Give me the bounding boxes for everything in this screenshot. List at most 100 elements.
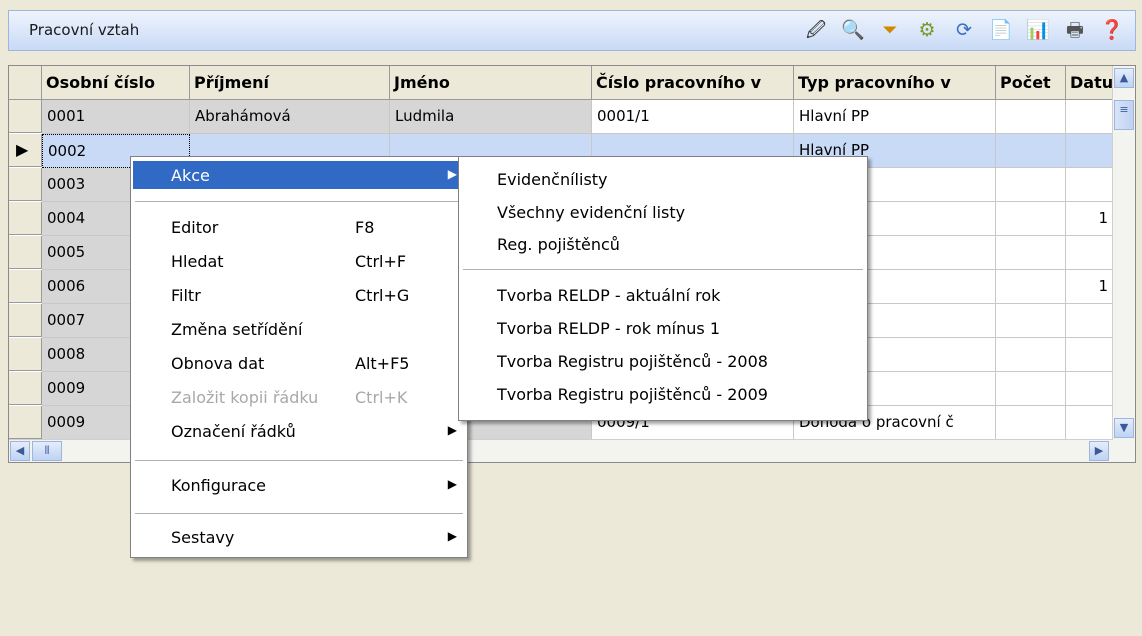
submenu-arrow-icon: ▶	[447, 423, 457, 437]
print-icon[interactable]: 🖶	[1062, 17, 1088, 43]
current-row-marker: ▶	[16, 140, 29, 159]
column-header-jmeno[interactable]: Jméno	[390, 66, 592, 100]
scroll-thumb-horizontal[interactable]: ⦀	[32, 441, 62, 461]
menu-item-label: Editor	[171, 218, 219, 237]
menu-item-obnova-dat[interactable]: Obnova dat Alt+F5	[133, 349, 465, 377]
cell-cislo[interactable]: 0001/1	[592, 100, 794, 134]
window-titlebar: Pracovní vztah 🖉 🔍 ⏷ ⚙ ⟳ 📄 📊 🖶 ❓	[8, 10, 1136, 51]
row-indicator[interactable]	[9, 100, 42, 133]
refresh-icon[interactable]: ⟳	[951, 17, 977, 43]
cell-datum[interactable]	[1066, 236, 1113, 270]
cell-pocet[interactable]	[996, 236, 1066, 270]
cell-pocet[interactable]	[996, 134, 1066, 168]
row-indicator[interactable]: ▶	[9, 134, 42, 167]
menu-item-label: Filtr	[171, 286, 201, 305]
column-header-datum[interactable]: Datu	[1066, 66, 1113, 100]
cell-prijmeni[interactable]: Abrahámová	[190, 100, 390, 134]
menu-item-sestavy[interactable]: Sestavy ▶	[133, 523, 465, 551]
menu-item-label: Označení řádků	[171, 422, 296, 441]
row-indicator[interactable]	[9, 338, 42, 371]
row-indicator[interactable]	[9, 304, 42, 337]
filter-icon[interactable]: ⏷	[877, 17, 903, 43]
table-row[interactable]: 0001 Abrahámová Ludmila 0001/1 Hlavní PP	[9, 100, 1113, 134]
submenu-arrow-icon: ▶	[447, 477, 457, 491]
scroll-left-icon[interactable]: ◀	[10, 441, 30, 461]
scroll-down-icon[interactable]: ▼	[1114, 418, 1134, 438]
cell-datum[interactable]	[1066, 338, 1113, 372]
menu-item-label: Akce	[171, 166, 210, 185]
submenu-item-vsechny-evidencni-listy[interactable]: Všechny evidenční listy	[497, 203, 685, 222]
row-indicator[interactable]	[9, 168, 42, 201]
submenu-item-reg-pojistencu[interactable]: Reg. pojištěnců	[497, 235, 620, 254]
column-header-cislo-pracovniho[interactable]: Číslo pracovního v	[592, 66, 794, 100]
edit-icon[interactable]: 🖉	[803, 17, 829, 43]
cell-datum[interactable]	[1066, 372, 1113, 406]
column-header-pocet[interactable]: Počet	[996, 66, 1066, 100]
menu-item-editor[interactable]: Editor F8	[133, 213, 465, 241]
scroll-right-icon[interactable]: ▶	[1089, 441, 1109, 461]
menu-item-label: Obnova dat	[171, 354, 265, 373]
menu-separator	[135, 513, 463, 515]
menu-item-filtr[interactable]: Filtr Ctrl+G	[133, 281, 465, 309]
vertical-scrollbar[interactable]: ▲ ≡ ▼	[1112, 66, 1135, 462]
cell-pocet[interactable]	[996, 406, 1066, 440]
menu-item-shortcut: Ctrl+K	[355, 388, 408, 407]
toolbar: 🖉 🔍 ⏷ ⚙ ⟳ 📄 📊 🖶 ❓	[803, 17, 1125, 43]
cell-pocet[interactable]	[996, 270, 1066, 304]
cell-pocet[interactable]	[996, 338, 1066, 372]
column-header-typ-pracovniho[interactable]: Typ pracovního v	[794, 66, 996, 100]
settings-icon[interactable]: ⚙	[914, 17, 940, 43]
submenu-akce: Evidenčnílisty Všechny evidenční listy R…	[458, 156, 868, 421]
row-indicator-header	[9, 66, 42, 100]
cell-typ[interactable]: Hlavní PP	[794, 100, 996, 134]
menu-separator	[135, 201, 463, 203]
menu-item-hledat[interactable]: Hledat Ctrl+F	[133, 247, 465, 275]
window-title: Pracovní vztah	[29, 21, 140, 39]
cell-datum[interactable]	[1066, 304, 1113, 338]
report-icon[interactable]: 📄	[988, 17, 1014, 43]
submenu-item-reldp-minus-1[interactable]: Tvorba RELDP - rok mínus 1	[497, 319, 720, 338]
menu-item-shortcut: Ctrl+F	[355, 252, 407, 271]
menu-item-shortcut: Ctrl+G	[355, 286, 410, 305]
export-icon[interactable]: 📊	[1025, 17, 1051, 43]
row-indicator[interactable]	[9, 236, 42, 269]
search-icon[interactable]: 🔍	[840, 17, 866, 43]
submenu-item-registr-2008[interactable]: Tvorba Registru pojištěnců - 2008	[497, 352, 768, 371]
submenu-item-reldp-aktualni[interactable]: Tvorba RELDP - aktuální rok	[497, 286, 720, 305]
cell-pocet[interactable]	[996, 304, 1066, 338]
row-indicator[interactable]	[9, 270, 42, 303]
cell-pocet[interactable]	[996, 372, 1066, 406]
column-header-osobni-cislo[interactable]: Osobní číslo	[42, 66, 190, 100]
menu-item-oznaceni-radku[interactable]: Označení řádků ▶	[133, 417, 465, 445]
row-indicator[interactable]	[9, 406, 42, 439]
scroll-up-icon[interactable]: ▲	[1114, 68, 1134, 88]
menu-item-label: Změna setřídění	[171, 320, 303, 339]
menu-item-shortcut: F8	[355, 218, 375, 237]
cell-pocet[interactable]	[996, 100, 1066, 134]
menu-item-label: Konfigurace	[171, 476, 267, 495]
scroll-thumb[interactable]: ≡	[1114, 100, 1134, 130]
cell-datum[interactable]: 1	[1066, 202, 1113, 236]
row-indicator[interactable]	[9, 372, 42, 405]
menu-item-label: Sestavy	[171, 528, 235, 547]
menu-item-akce[interactable]: Akce ▶	[133, 161, 465, 189]
cell-datum[interactable]	[1066, 406, 1113, 440]
cell-pocet[interactable]	[996, 202, 1066, 236]
help-icon[interactable]: ❓	[1099, 17, 1125, 43]
menu-item-konfigurace[interactable]: Konfigurace ▶	[133, 471, 465, 499]
cell-datum[interactable]	[1066, 168, 1113, 202]
menu-item-label: Založit kopii řádku	[171, 388, 319, 407]
menu-item-zmena-setrideni[interactable]: Změna setřídění	[133, 315, 465, 343]
cell-pocet[interactable]	[996, 168, 1066, 202]
cell-jmeno[interactable]: Ludmila	[390, 100, 592, 134]
cell-datum[interactable]	[1066, 100, 1113, 134]
column-header-prijmeni[interactable]: Příjmení	[190, 66, 390, 100]
submenu-item-evidencni-listy[interactable]: Evidenčnílisty	[497, 170, 608, 189]
menu-separator	[135, 460, 463, 462]
cell-datum[interactable]: 1	[1066, 270, 1113, 304]
cell-osobni-cislo[interactable]: 0001	[42, 100, 190, 134]
cell-datum[interactable]	[1066, 134, 1113, 168]
submenu-arrow-icon: ▶	[447, 167, 457, 181]
submenu-item-registr-2009[interactable]: Tvorba Registru pojištěnců - 2009	[497, 385, 768, 404]
row-indicator[interactable]	[9, 202, 42, 235]
